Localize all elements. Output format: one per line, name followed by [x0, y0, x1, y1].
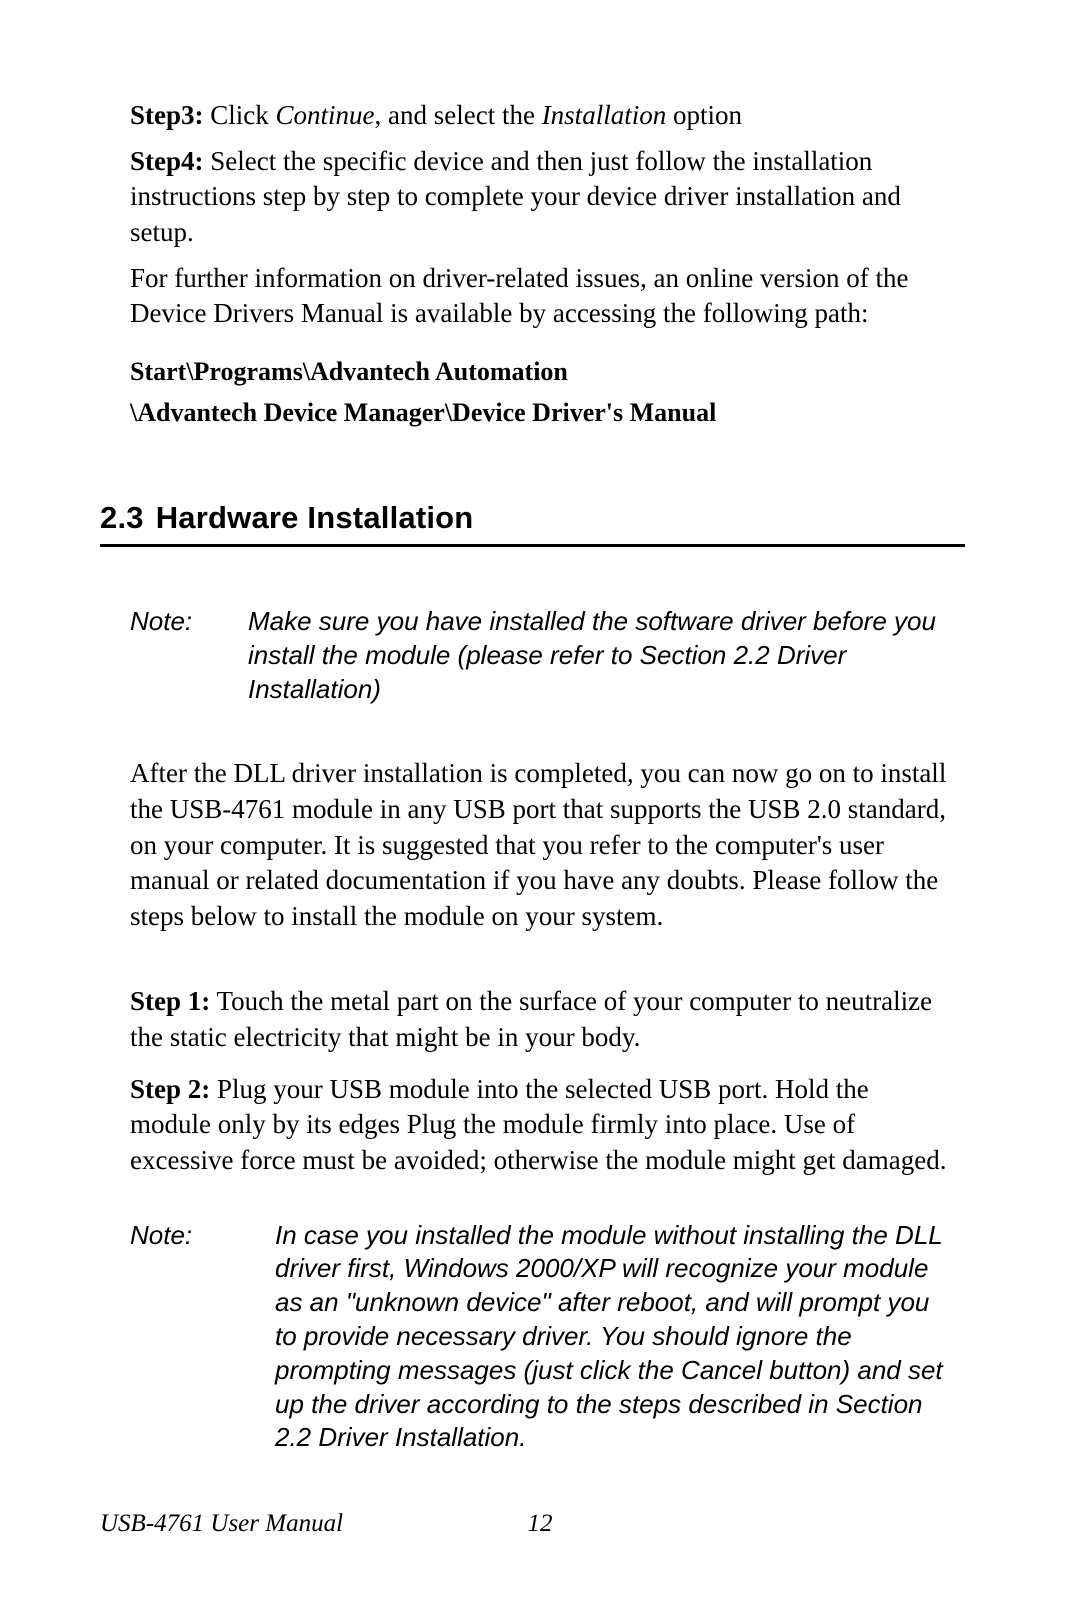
- hw-step2-label: Step 2:: [130, 1074, 210, 1104]
- note2-label: Note:: [130, 1219, 275, 1456]
- hw-step1-text: Touch the metal part on the surface of y…: [130, 986, 932, 1052]
- menu-path-line-1: Start\Programs\Advantech Automation: [130, 354, 950, 389]
- spacer: [130, 944, 950, 984]
- page-footer: USB-4761 User Manual 12: [100, 1510, 980, 1538]
- section-title: Hardware Installation: [156, 500, 474, 535]
- step3-installation-word: Installation: [542, 100, 667, 130]
- page: Step3: Click Continue, and select the In…: [0, 0, 1080, 1618]
- step4-text: Select the specific device and then just…: [130, 146, 901, 247]
- section-heading: 2.3 Hardware Installation: [100, 500, 965, 547]
- section-heading-container: 2.3 Hardware Installation: [100, 500, 965, 547]
- note2-text: In case you installed the module without…: [275, 1219, 950, 1456]
- step3-text-c: option: [666, 100, 742, 130]
- hw-step1-paragraph: Step 1: Touch the metal part on the surf…: [130, 984, 950, 1055]
- step3-continue-word: Continue: [276, 100, 375, 130]
- step3-label: Step3:: [130, 100, 204, 130]
- content-area: Step3: Click Continue, and select the In…: [130, 98, 950, 1455]
- hw-body-paragraph: After the DLL driver installation is com…: [130, 756, 950, 934]
- step3-text-b: , and select the: [375, 100, 542, 130]
- note1-text: Make sure you have installed the softwar…: [248, 605, 950, 706]
- hw-step1-label: Step 1:: [130, 986, 210, 1016]
- step3-text-a: Click: [204, 100, 276, 130]
- menu-path-line-2: \Advantech Device Manager\Device Driver'…: [130, 395, 950, 430]
- step4-label: Step4:: [130, 146, 204, 176]
- note-block-2: Note: In case you installed the module w…: [130, 1219, 950, 1456]
- step4-paragraph: Step4: Select the specific device and th…: [130, 144, 950, 251]
- section-number: 2.3: [100, 500, 144, 536]
- note1-label: Note:: [130, 605, 248, 706]
- footer-manual-title: USB-4761 User Manual: [100, 1510, 343, 1538]
- hw-step2-paragraph: Step 2: Plug your USB module into the se…: [130, 1072, 950, 1179]
- further-info-paragraph: For further information on driver-relate…: [130, 261, 950, 332]
- step3-paragraph: Step3: Click Continue, and select the In…: [130, 98, 950, 134]
- footer-page-number: 12: [528, 1510, 553, 1538]
- note-block-1: Note: Make sure you have installed the s…: [130, 605, 950, 706]
- hw-step2-text: Plug your USB module into the selected U…: [130, 1074, 947, 1175]
